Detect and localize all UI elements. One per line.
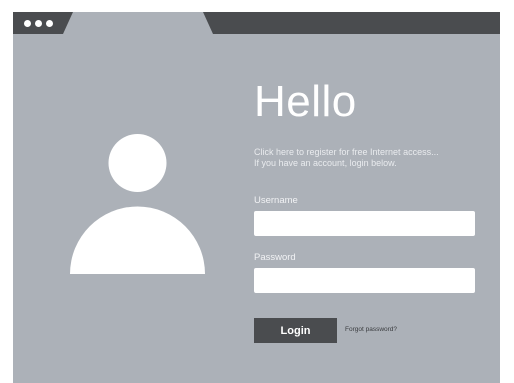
window-dot-icon[interactable] xyxy=(24,20,31,27)
window-dot-icon[interactable] xyxy=(35,20,42,27)
forgot-password-link[interactable]: Forgot password? xyxy=(345,326,397,333)
login-button[interactable]: Login xyxy=(254,318,337,343)
avatar-head xyxy=(108,134,167,192)
page-title: Hello xyxy=(254,77,357,126)
browser-window: Hello Click here to register for free In… xyxy=(13,12,500,383)
register-intro[interactable]: Click here to register for free Internet… xyxy=(254,147,439,169)
username-label: Username xyxy=(254,195,298,206)
window-dot-icon[interactable] xyxy=(46,20,53,27)
user-avatar-icon xyxy=(70,134,205,274)
register-link[interactable]: Click here to register for free Internet… xyxy=(254,147,439,158)
title-bar xyxy=(13,12,500,34)
login-hint: If you have an account, login below. xyxy=(254,158,397,168)
browser-tab[interactable] xyxy=(63,12,213,34)
avatar-body xyxy=(70,206,205,274)
username-input[interactable] xyxy=(254,211,475,236)
window-controls[interactable] xyxy=(24,20,53,27)
password-input[interactable] xyxy=(254,268,475,293)
password-label: Password xyxy=(254,252,296,263)
